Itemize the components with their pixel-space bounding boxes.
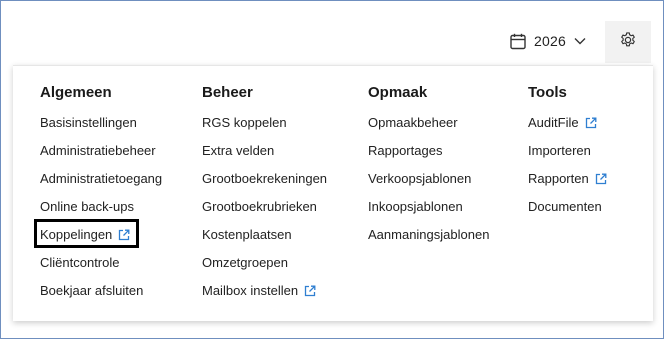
menu-column-algemeen: Algemeen Basisinstellingen Administratie… (40, 83, 162, 308)
column-heading: Beheer (202, 84, 253, 101)
menu-item-label: Online back-ups (40, 199, 134, 214)
menu-item-label: Inkoopsjablonen (368, 199, 463, 214)
menu-item-rapportages[interactable]: Rapportages (368, 140, 442, 161)
menu-item-label: Verkoopsjablonen (368, 171, 472, 186)
external-link-icon (585, 117, 597, 129)
menu-item-label: Documenten (528, 199, 602, 214)
menu-item-extra-velden[interactable]: Extra velden (202, 140, 274, 161)
column-heading: Tools (528, 84, 567, 101)
menu-item-label: Rapportages (368, 143, 443, 158)
menu-item-rgs-koppelen[interactable]: RGS koppelen (202, 112, 287, 133)
menu-item-label: Importeren (528, 143, 591, 158)
menu-item-administratiebeheer[interactable]: Administratiebeheer (40, 140, 156, 161)
menu-item-label: Grootboekrekeningen (202, 171, 328, 186)
menu-item-mailbox-instellen[interactable]: Mailbox instellen (202, 280, 316, 301)
menu-item-label: Cliëntcontrole (40, 255, 120, 270)
menu-item-grootboekrubrieken[interactable]: Grootboekrubrieken (202, 196, 317, 217)
year-dropdown[interactable]: 2026 (504, 23, 592, 59)
settings-button[interactable] (605, 21, 651, 63)
menu-item-opmaakbeheer[interactable]: Opmaakbeheer (368, 112, 458, 133)
menu-item-label: Administratietoegang (40, 171, 163, 186)
menu-item-grootboekrekeningen[interactable]: Grootboekrekeningen (202, 168, 327, 189)
menu-item-label: Koppelingen (40, 227, 113, 242)
column-heading: Algemeen (40, 84, 112, 101)
menu-item-auditfile[interactable]: AuditFile (528, 112, 597, 133)
menu-item-kostenplaatsen[interactable]: Kostenplaatsen (202, 224, 292, 245)
menu-item-boekjaar-afsluiten[interactable]: Boekjaar afsluiten (40, 280, 143, 301)
menu-item-label: AuditFile (528, 115, 579, 130)
menu-item-aanmaningsjablonen[interactable]: Aanmaningsjablonen (368, 224, 489, 245)
calendar-icon (510, 33, 526, 50)
menu-item-documenten[interactable]: Documenten (528, 196, 602, 217)
menu-column-tools: Tools AuditFile Importeren Rapporten Doc… (528, 83, 607, 224)
menu-item-koppelingen[interactable]: Koppelingen (40, 224, 130, 245)
menu-item-clientcontrole[interactable]: Cliëntcontrole (40, 252, 120, 273)
menu-item-label: Mailbox instellen (202, 283, 299, 298)
menu-item-label: Boekjaar afsluiten (40, 283, 144, 298)
menu-item-label: Administratiebeheer (40, 143, 156, 158)
gear-icon (619, 31, 637, 54)
external-link-icon (118, 229, 130, 241)
menu-item-rapporten[interactable]: Rapporten (528, 168, 607, 189)
menu-item-label: Grootboekrubrieken (202, 199, 317, 214)
menu-item-label: Opmaakbeheer (368, 115, 458, 130)
menu-column-beheer: Beheer RGS koppelen Extra velden Grootbo… (202, 83, 327, 308)
menu-item-verkoopsjablonen[interactable]: Verkoopsjablonen (368, 168, 471, 189)
menu-item-label: Rapporten (528, 171, 589, 186)
menu-item-online-back-ups[interactable]: Online back-ups (40, 196, 134, 217)
menu-column-opmaak: Opmaak Opmaakbeheer Rapportages Verkoops… (368, 83, 489, 252)
year-value: 2026 (534, 33, 566, 49)
menu-item-label: Basisinstellingen (40, 115, 137, 130)
menu-item-label: Aanmaningsjablonen (368, 227, 490, 242)
menu-item-label: RGS koppelen (202, 115, 287, 130)
menu-item-inkoopsjablonen[interactable]: Inkoopsjablonen (368, 196, 463, 217)
menu-item-importeren[interactable]: Importeren (528, 140, 591, 161)
menu-item-administratietoegang[interactable]: Administratietoegang (40, 168, 162, 189)
menu-item-basisinstellingen[interactable]: Basisinstellingen (40, 112, 137, 133)
external-link-icon (304, 285, 316, 297)
menu-item-label: Extra velden (202, 143, 275, 158)
menu-item-omzetgroepen[interactable]: Omzetgroepen (202, 252, 288, 273)
chevron-down-icon (574, 37, 586, 45)
menu-item-label: Omzetgroepen (202, 255, 288, 270)
menu-item-label: Kostenplaatsen (202, 227, 292, 242)
window-frame: 2026 Algemeen Basisinstellingen Administ… (0, 0, 664, 339)
column-heading: Opmaak (368, 84, 428, 101)
external-link-icon (595, 173, 607, 185)
